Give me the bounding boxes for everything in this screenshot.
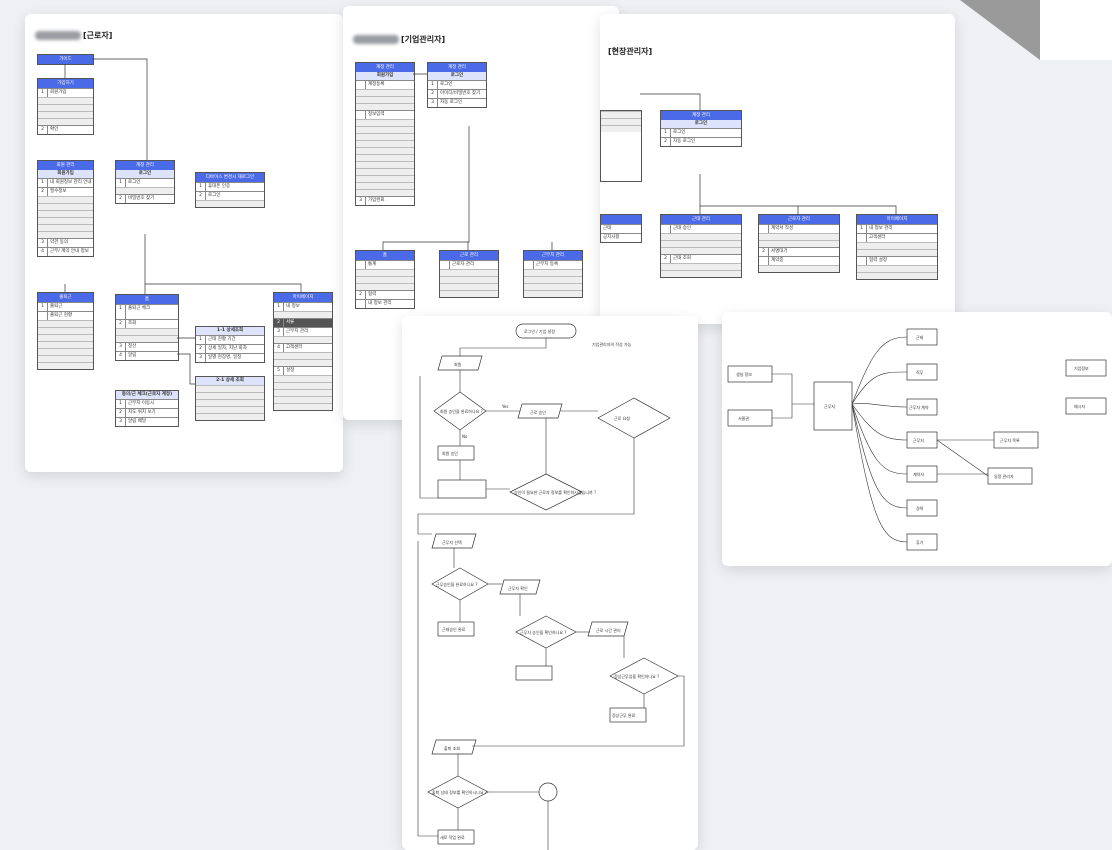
node-14: 출퇴 조회 [444,745,460,751]
right-node-2: 근무자 계약 [909,404,929,410]
extra-node-1: 메시지 [1074,403,1085,409]
right-node-3: 근무지 [913,437,924,443]
far-right-node-1: 일정 관리자 [994,473,1014,479]
flowchart-start: 로그인 / 기업 설정 [524,328,555,334]
network-card: 생일 정보 서울권 근무지 근태 직무 근무자 계약 근무지 계약서 경력 휴가… [722,312,1112,566]
node-9: 근무자 승인을 확인하나요 ? [520,629,566,635]
no-label: No [462,434,468,439]
right-node-4: 계약서 [913,471,924,477]
node-15: 출퇴 상태 정보를 확인하시나요 ? [432,789,487,795]
node-11: 근로 시간 관리 [596,627,621,633]
flowchart-card: 기업관리자의 작성 가능 로그인 / 기업 설정 회원 회원 승인을 완료하나요… [402,316,698,850]
worker-connectors [64,58,302,385]
far-right-node-0: 근무자 목록 [1000,437,1020,443]
site-sitemap-card: [현장관리자] 계정 관리 로그인 1 로그인 2 자동 로그인 근태 관리 근태 승… [600,14,955,324]
node-13: 정상근무 완료 [612,712,636,718]
right-node-1: 직무 [916,369,924,375]
node-0: 회원 [454,361,462,367]
node-10: 근태승인 완료 [442,626,466,632]
left-node-0: 생일 정보 [736,371,752,377]
flowchart-title: 기업관리자의 작성 가능 [592,341,632,347]
flowchart-svg: 기업관리자의 작성 가능 로그인 / 기업 설정 회원 회원 승인을 완료하나요… [417,323,685,850]
center-node: 근무지 [824,403,835,409]
node-7: 근무승인을 완료하나요 ? [436,581,477,587]
node-8: 근무지 확인 [508,585,528,591]
right-node-6: 휴가 [916,539,924,545]
extra-node-0: 기업정보 [1074,365,1089,371]
yes-label: Yes [501,404,508,409]
node-16: 새로 작업 완료 [440,834,465,840]
network-svg: 생일 정보 서울권 근무지 근태 직무 근무자 계약 근무지 계약서 경력 휴가… [727,328,1107,551]
node-4: 회원 승인 [442,450,458,456]
site-connectors [640,93,897,214]
node-6: 근무지 선택 [442,539,462,545]
right-node-5: 경력 [916,505,924,511]
node-5: 승인이 필요한 근로자 정보를 확인하시겠습니까 ? [514,489,596,495]
node-1: 회원 승인을 완료하나요 ? [440,408,483,414]
left-node-1: 서울권 [738,415,749,421]
node-12: 정상근무임을 확인하나요 ? [614,673,659,679]
right-node-0: 근태 [916,334,924,340]
node-2: 근로 승인 [530,409,546,415]
worker-sitemap-card: [근로자] 가이드 가입하기 1 회원가입 2 확인 회원 관리 회원가입 1내 회원… [25,14,343,472]
node-3: 근로 요청 [614,415,630,421]
